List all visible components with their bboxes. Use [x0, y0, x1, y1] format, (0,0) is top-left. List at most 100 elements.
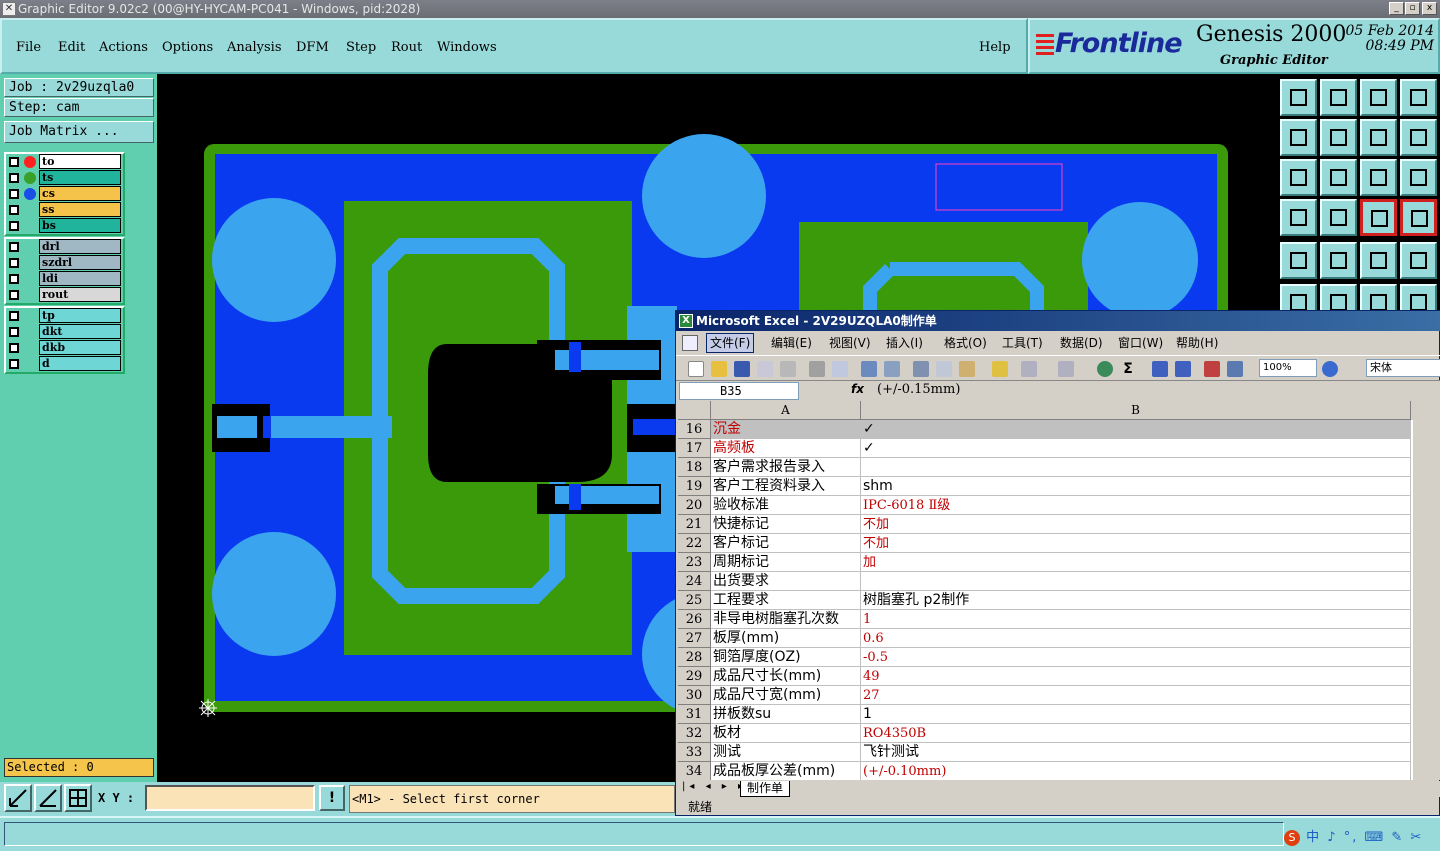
- cell-a[interactable]: 出货要求: [711, 572, 861, 591]
- layer-row[interactable]: rout: [6, 287, 123, 303]
- swap-icon[interactable]: [1360, 119, 1397, 156]
- vertical-scrollbar[interactable]: [1413, 401, 1440, 780]
- layer-row[interactable]: ts: [6, 170, 123, 186]
- row-header[interactable]: 30: [678, 686, 711, 705]
- cell-a[interactable]: 板材: [711, 724, 861, 743]
- sogou-icon[interactable]: S: [1284, 830, 1300, 846]
- measure-angle-icon[interactable]: [34, 784, 62, 812]
- cut-icon[interactable]: [913, 361, 929, 377]
- menu-options[interactable]: Options: [162, 40, 213, 55]
- cell-a[interactable]: 工程要求: [711, 591, 861, 610]
- cell-b[interactable]: 49: [861, 667, 1411, 686]
- cell-a[interactable]: 客户工程资料录入: [711, 477, 861, 496]
- cell-a[interactable]: 客户需求报告录入: [711, 458, 861, 477]
- window-icon[interactable]: [1400, 79, 1437, 116]
- cell-a[interactable]: 验收标准: [711, 496, 861, 515]
- table-row[interactable]: 30 成品尺寸宽(mm) 27: [678, 686, 1413, 705]
- table-row[interactable]: 26 非导电树脂塞孔次数 1: [678, 610, 1413, 629]
- layer-row[interactable]: bs: [6, 218, 123, 234]
- row-header[interactable]: 23: [678, 553, 711, 572]
- table-row[interactable]: 18 客户需求报告录入: [678, 458, 1413, 477]
- layer-name[interactable]: ldi: [39, 271, 121, 286]
- table-row[interactable]: 34 成品板厚公差(mm) (+/-0.10mm): [678, 762, 1413, 780]
- excel-window[interactable]: X Microsoft Excel - 2V29UZQLA0制作单 文件(F) 编…: [675, 310, 1440, 816]
- menu-help[interactable]: Help: [979, 40, 1011, 55]
- excel-menu-tools[interactable]: 工具(T): [1002, 332, 1043, 354]
- layer-checkbox[interactable]: [9, 242, 19, 252]
- workbook-icon[interactable]: [682, 335, 698, 351]
- measure-icon[interactable]: [1280, 199, 1317, 236]
- move-left-icon[interactable]: [1280, 119, 1317, 156]
- print-icon[interactable]: [809, 361, 825, 377]
- open-icon[interactable]: [711, 361, 727, 377]
- formula-input[interactable]: (+/-0.15mm): [871, 382, 1440, 400]
- layer-row[interactable]: tp: [6, 308, 123, 324]
- menu-dfm[interactable]: DFM: [296, 40, 329, 55]
- sort-asc-icon[interactable]: [1152, 361, 1168, 377]
- cell-a[interactable]: 成品尺寸长(mm): [711, 667, 861, 686]
- layer-checkbox[interactable]: [9, 157, 19, 167]
- excel-menu-view[interactable]: 视图(V): [829, 332, 871, 354]
- layer-row[interactable]: d: [6, 356, 123, 372]
- cell-a[interactable]: 沉金: [711, 420, 861, 439]
- row-header[interactable]: 29: [678, 667, 711, 686]
- copy-icon[interactable]: [936, 361, 952, 377]
- excel-menu-insert[interactable]: 插入(I): [886, 332, 923, 354]
- cell-a[interactable]: 高频板: [711, 439, 861, 458]
- column-header-b[interactable]: B: [861, 401, 1411, 420]
- table-row[interactable]: 29 成品尺寸长(mm) 49: [678, 667, 1413, 686]
- layer-checkbox[interactable]: [9, 173, 19, 183]
- cell-b[interactable]: ✓: [861, 439, 1411, 458]
- cell-a[interactable]: 成品尺寸宽(mm): [711, 686, 861, 705]
- row-header[interactable]: 31: [678, 705, 711, 724]
- ruler-icon[interactable]: [1360, 242, 1397, 279]
- cell-a[interactable]: 成品板厚公差(mm): [711, 762, 861, 780]
- table-row[interactable]: 31 拼板数su 1: [678, 705, 1413, 724]
- ime-toolbar[interactable]: S 中 ♪ °, ⌨ ✎ ✂: [1284, 826, 1434, 846]
- layer-row[interactable]: dkb: [6, 340, 123, 356]
- cell-b[interactable]: 不加: [861, 534, 1411, 553]
- cell-b[interactable]: ✓: [861, 420, 1411, 439]
- menu-file[interactable]: File: [16, 40, 41, 55]
- layer-checkbox[interactable]: [9, 274, 19, 284]
- alert-button[interactable]: !: [319, 785, 345, 811]
- permission-icon[interactable]: [757, 361, 773, 377]
- row-header[interactable]: 16: [678, 420, 711, 439]
- fit-center-icon[interactable]: [1320, 159, 1357, 196]
- row-header[interactable]: 25: [678, 591, 711, 610]
- home-icon[interactable]: [1360, 79, 1397, 116]
- zoom-select[interactable]: 100%: [1259, 359, 1317, 377]
- row-header[interactable]: 20: [678, 496, 711, 515]
- menu-rout[interactable]: Rout: [391, 40, 422, 55]
- table-row[interactable]: 27 板厚(mm) 0.6: [678, 629, 1413, 648]
- close-button[interactable]: x: [1422, 2, 1437, 15]
- snap-down-icon[interactable]: [1320, 79, 1357, 116]
- cell-a[interactable]: 板厚(mm): [711, 629, 861, 648]
- layer-name[interactable]: ss: [39, 202, 121, 217]
- cell-b[interactable]: -0.5: [861, 648, 1411, 667]
- autosum-icon[interactable]: Σ: [1120, 361, 1136, 377]
- cell-b[interactable]: shm: [861, 477, 1411, 496]
- excel-menu-format[interactable]: 格式(O): [944, 332, 987, 354]
- spreadsheet-grid[interactable]: A B 16 沉金 ✓ 17 高频板 ✓ 18 客户需求报告录入 19 客户工程资料录入 shm 20…: [678, 401, 1413, 780]
- layer-name[interactable]: cs: [39, 186, 121, 201]
- scale-one-to-two-icon[interactable]: [1360, 159, 1397, 196]
- print-preview-icon[interactable]: [832, 361, 848, 377]
- new-icon[interactable]: [688, 361, 704, 377]
- layer-name[interactable]: drl: [39, 239, 121, 254]
- layer-checkbox[interactable]: [9, 205, 19, 215]
- row-header[interactable]: 26: [678, 610, 711, 629]
- cell-a[interactable]: 测试: [711, 743, 861, 762]
- row-header[interactable]: 34: [678, 762, 711, 780]
- table-row[interactable]: 17 高频板 ✓: [678, 439, 1413, 458]
- menu-analysis[interactable]: Analysis: [227, 40, 282, 55]
- row-header[interactable]: 28: [678, 648, 711, 667]
- layer-name[interactable]: dkt: [39, 324, 121, 339]
- help-icon[interactable]: [1400, 159, 1437, 196]
- menu-step[interactable]: Step: [346, 40, 376, 55]
- cell-b[interactable]: RO4350B: [861, 724, 1411, 743]
- layer-row[interactable]: cs: [6, 186, 123, 202]
- cell-b[interactable]: [861, 458, 1411, 477]
- paste-icon[interactable]: [959, 361, 975, 377]
- fit-vertical-icon[interactable]: [1280, 159, 1317, 196]
